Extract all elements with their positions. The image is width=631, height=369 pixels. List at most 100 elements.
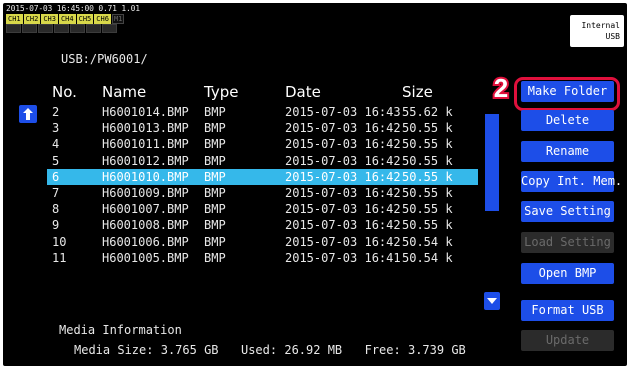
format-usb-button[interactable]: Format USB <box>521 300 614 321</box>
range-indicator <box>6 24 21 33</box>
cell-name: H6001014.BMP <box>102 105 189 119</box>
file-row[interactable]: 8 H6001007.BMP BMP 2015-07-03 16:42 50.55 k <box>47 201 478 217</box>
cell-no: 10 <box>52 234 67 249</box>
scrollbar-thumb[interactable] <box>485 114 499 211</box>
storage-internal-label: Internal <box>581 21 620 30</box>
range-indicator <box>70 24 85 33</box>
cell-no: 3 <box>52 121 60 136</box>
file-row[interactable]: 2 H6001014.BMP BMP 2015-07-03 16:43 55.62 k <box>47 104 478 120</box>
cell-date: 2015-07-03 16:42 <box>285 202 401 217</box>
make-folder-button[interactable]: Make Folder <box>521 81 614 102</box>
media-info-line: Media Size: 3.765 GB Used: 26.92 MB Free… <box>74 343 466 357</box>
cell-size: 50.55 k <box>402 153 453 168</box>
cell-type: BMP <box>204 121 226 136</box>
media-free-value: 3.739 GB <box>407 343 466 357</box>
cell-date: 2015-07-03 16:42 <box>285 169 401 184</box>
header-size: Size <box>402 83 433 101</box>
cell-size: 55.62 k <box>402 105 453 119</box>
cell-size: 50.54 k <box>402 234 453 249</box>
channel-indicator-off: M1 <box>111 14 125 24</box>
cell-type: BMP <box>204 153 226 168</box>
cell-name: H6001007.BMP <box>102 202 189 217</box>
cell-date: 2015-07-03 16:42 <box>285 137 401 152</box>
media-size-label: Media Size: <box>74 343 154 357</box>
header-no: No. <box>52 83 77 101</box>
file-row-selected[interactable]: 6 H6001010.BMP BMP 2015-07-03 16:42 50.55 k <box>47 168 478 185</box>
channel-indicator: CH6 <box>94 14 111 24</box>
range-indicator <box>38 24 53 33</box>
header-name: Name <box>102 83 147 101</box>
cell-no: 2 <box>52 105 60 119</box>
channel-indicators: CH1 CH2 CH3 CH4 CH5 CH6 M1 <box>6 14 125 24</box>
delete-button[interactable]: Delete <box>521 110 614 131</box>
channel-indicator: CH1 <box>6 14 23 24</box>
cell-size: 50.55 k <box>402 186 453 200</box>
cell-type: BMP <box>204 105 226 119</box>
cell-name: H6001012.BMP <box>102 153 189 168</box>
cell-name: H6001009.BMP <box>102 186 189 200</box>
step-number-marker: 2 <box>492 73 510 103</box>
cell-name: H6001008.BMP <box>102 218 189 233</box>
media-info-title: Media Information <box>59 323 182 337</box>
cell-date: 2015-07-03 16:42 <box>285 218 401 233</box>
cell-date: 2015-07-03 16:42 <box>285 186 401 200</box>
step-number: 2 <box>494 73 508 103</box>
storage-usb-label: USB <box>605 32 620 41</box>
range-indicator <box>86 24 101 33</box>
cell-type: BMP <box>204 234 226 249</box>
storage-selector[interactable]: Internal USB <box>570 15 624 47</box>
cell-size: 50.54 k <box>402 250 453 265</box>
cell-name: H6001010.BMP <box>102 169 189 184</box>
copy-int-mem-button[interactable]: Copy Int. Mem. <box>521 171 622 192</box>
manual-screenshot: 2015-07-03 16:45:00 0.71 1.01 CH1 CH2 CH… <box>0 0 631 369</box>
file-row[interactable]: 4 H6001011.BMP BMP 2015-07-03 16:42 50.55 k <box>47 136 478 152</box>
cell-size: 50.55 k <box>402 202 453 217</box>
cell-no: 7 <box>52 186 60 200</box>
load-setting-button: Load Setting <box>521 232 614 253</box>
arrow-up-icon[interactable] <box>19 105 37 123</box>
cell-size: 50.55 k <box>402 169 453 184</box>
cell-name: H6001005.BMP <box>102 250 189 265</box>
cell-date: 2015-07-03 16:42 <box>285 153 401 168</box>
current-path: USB:/PW6001/ <box>61 52 148 66</box>
cell-no: 4 <box>52 137 60 152</box>
rename-button[interactable]: Rename <box>521 141 614 162</box>
file-row[interactable]: 7 H6001009.BMP BMP 2015-07-03 16:42 50.55 k <box>47 185 478 201</box>
cell-name: H6001006.BMP <box>102 234 189 249</box>
cell-type: BMP <box>204 186 226 200</box>
header-date: Date <box>285 83 321 101</box>
cell-date: 2015-07-03 16:42 <box>285 121 401 136</box>
save-setting-button[interactable]: Save Setting <box>521 201 614 222</box>
cell-name: H6001011.BMP <box>102 137 189 152</box>
media-information: Media Information Media Size: 3.765 GB U… <box>47 308 478 366</box>
triangle-down-icon[interactable] <box>484 292 500 310</box>
media-free-label: Free: <box>364 343 401 357</box>
header-type: Type <box>204 83 239 101</box>
cell-date: 2015-07-03 16:43 <box>285 105 401 119</box>
cell-type: BMP <box>204 169 226 184</box>
cell-type: BMP <box>204 137 226 152</box>
media-size-value: 3.765 GB <box>160 343 219 357</box>
file-row[interactable]: 10 H6001006.BMP BMP 2015-07-03 16:42 50.54 k <box>47 234 478 250</box>
cell-type: BMP <box>204 218 226 233</box>
update-button: Update <box>521 330 614 351</box>
status-datetime: 2015-07-03 16:45:00 0.71 1.01 <box>6 4 140 13</box>
file-row[interactable]: 3 H6001013.BMP BMP 2015-07-03 16:42 50.55 k <box>47 120 478 136</box>
cell-size: 50.55 k <box>402 218 453 233</box>
cell-date: 2015-07-03 16:42 <box>285 234 401 249</box>
channel-indicator: CH5 <box>76 14 94 24</box>
range-indicator <box>54 24 69 33</box>
range-indicator <box>102 24 117 33</box>
file-row[interactable]: 5 H6001012.BMP BMP 2015-07-03 16:42 50.55 k <box>47 153 478 169</box>
channel-range-indicators <box>6 24 117 33</box>
cell-no: 8 <box>52 202 60 217</box>
file-row[interactable]: 11 H6001005.BMP BMP 2015-07-03 16:41 50.54 k <box>47 250 478 266</box>
scrollbar[interactable] <box>485 114 499 276</box>
cell-no: 11 <box>52 250 67 265</box>
channel-indicator: CH3 <box>41 14 58 24</box>
table-header: No. Name Type Date Size <box>47 83 478 105</box>
file-row[interactable]: 9 H6001008.BMP BMP 2015-07-03 16:42 50.55 k <box>47 217 478 233</box>
channel-indicator: CH4 <box>58 14 76 24</box>
cell-name: H6001013.BMP <box>102 121 189 136</box>
open-bmp-button[interactable]: Open BMP <box>521 263 614 284</box>
